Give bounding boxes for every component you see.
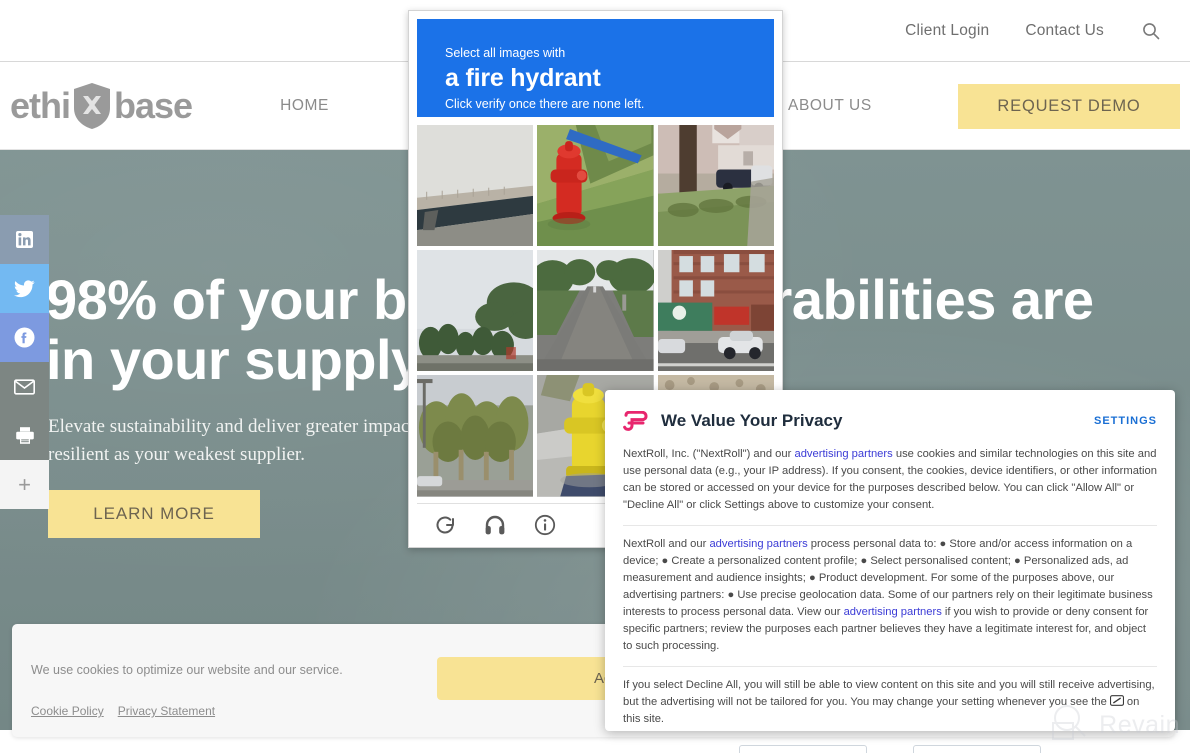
nav-item-about-us[interactable]: ABOUT US — [788, 97, 872, 115]
advertising-partners-link[interactable]: advertising partners — [844, 606, 942, 618]
recaptcha-prompt-target: a fire hydrant — [445, 64, 601, 92]
linkedin-icon[interactable] — [0, 215, 49, 264]
privacy-p1-part-a: NextRoll, Inc. ("NextRoll") and our — [623, 448, 795, 460]
contact-us-link[interactable]: Contact Us — [1025, 22, 1104, 40]
nav-item-home[interactable]: HOME — [280, 97, 329, 115]
privacy-statement-link[interactable]: Privacy Statement — [118, 704, 215, 718]
privacy-settings-link[interactable]: SETTINGS — [1094, 415, 1157, 427]
client-login-link[interactable]: Client Login — [905, 22, 989, 40]
cookie-banner-links: Cookie Policy Privacy Statement — [31, 704, 215, 718]
recaptcha-tile[interactable] — [417, 124, 534, 246]
recaptcha-tile[interactable] — [417, 249, 534, 372]
privacy-consent-modal: We Value Your Privacy SETTINGS NextRoll,… — [605, 390, 1175, 753]
reload-icon[interactable] — [431, 511, 459, 539]
privacy-modal-title: We Value Your Privacy — [661, 411, 843, 430]
decline-all-button[interactable]: DECLINE ALL — [739, 745, 867, 753]
privacy-modal-header: We Value Your Privacy SETTINGS — [623, 406, 1157, 436]
site-logo[interactable]: ethi base — [10, 81, 193, 131]
email-icon[interactable] — [0, 362, 49, 411]
allow-all-button[interactable]: ALLOW ALL — [913, 745, 1041, 753]
logo-text-left: ethi — [10, 84, 71, 126]
advertising-partners-link[interactable]: advertising partners — [709, 538, 807, 550]
facebook-icon[interactable] — [0, 313, 49, 362]
recaptcha-tile[interactable] — [657, 124, 774, 246]
privacy-p3-part-a: If you select Decline All, you will stil… — [623, 679, 1155, 709]
recaptcha-tile[interactable] — [537, 124, 654, 246]
search-icon[interactable] — [1140, 20, 1162, 42]
cookie-banner-text: We use cookies to optimize our website a… — [31, 663, 343, 677]
recaptcha-prompt-header: Select all images with a fire hydrant Cl… — [417, 19, 774, 117]
privacy-paragraph-1: NextRoll, Inc. ("NextRoll") and our adve… — [623, 446, 1157, 514]
more-share-icon[interactable]: + — [0, 460, 49, 509]
audio-challenge-icon[interactable] — [481, 511, 509, 539]
privacy-paragraph-2: NextRoll and our advertising partners pr… — [623, 525, 1157, 655]
info-icon[interactable] — [531, 511, 559, 539]
cookie-policy-link[interactable]: Cookie Policy — [31, 704, 104, 718]
social-share-rail: + — [0, 215, 49, 509]
privacy-modal-buttons: DECLINE ALL ALLOW ALL — [623, 745, 1157, 753]
page-root: Client Login Contact Us ethi base HOME A… — [0, 0, 1190, 753]
nav-item-list: HOME — [280, 97, 329, 115]
recaptcha-tile[interactable] — [537, 249, 654, 372]
twitter-icon[interactable] — [0, 264, 49, 313]
nextroll-inline-logo-icon — [1109, 695, 1124, 707]
privacy-paragraph-3: If you select Decline All, you will stil… — [623, 666, 1157, 728]
learn-more-button[interactable]: LEARN MORE — [48, 490, 260, 538]
privacy-p2-part-a: NextRoll and our — [623, 538, 710, 551]
recaptcha-tile[interactable] — [417, 375, 534, 497]
recaptcha-tile[interactable] — [657, 249, 774, 372]
request-demo-button[interactable]: REQUEST DEMO — [958, 84, 1180, 129]
recaptcha-prompt-prefix: Select all images with — [445, 46, 566, 60]
print-icon[interactable] — [0, 411, 49, 460]
advertising-partners-link[interactable]: advertising partners — [794, 448, 892, 460]
shield-x-icon — [71, 81, 113, 131]
logo-text-right: base — [114, 84, 193, 126]
nextroll-logo-icon — [623, 410, 651, 432]
recaptcha-prompt-hint: Click verify once there are none left. — [445, 97, 645, 111]
